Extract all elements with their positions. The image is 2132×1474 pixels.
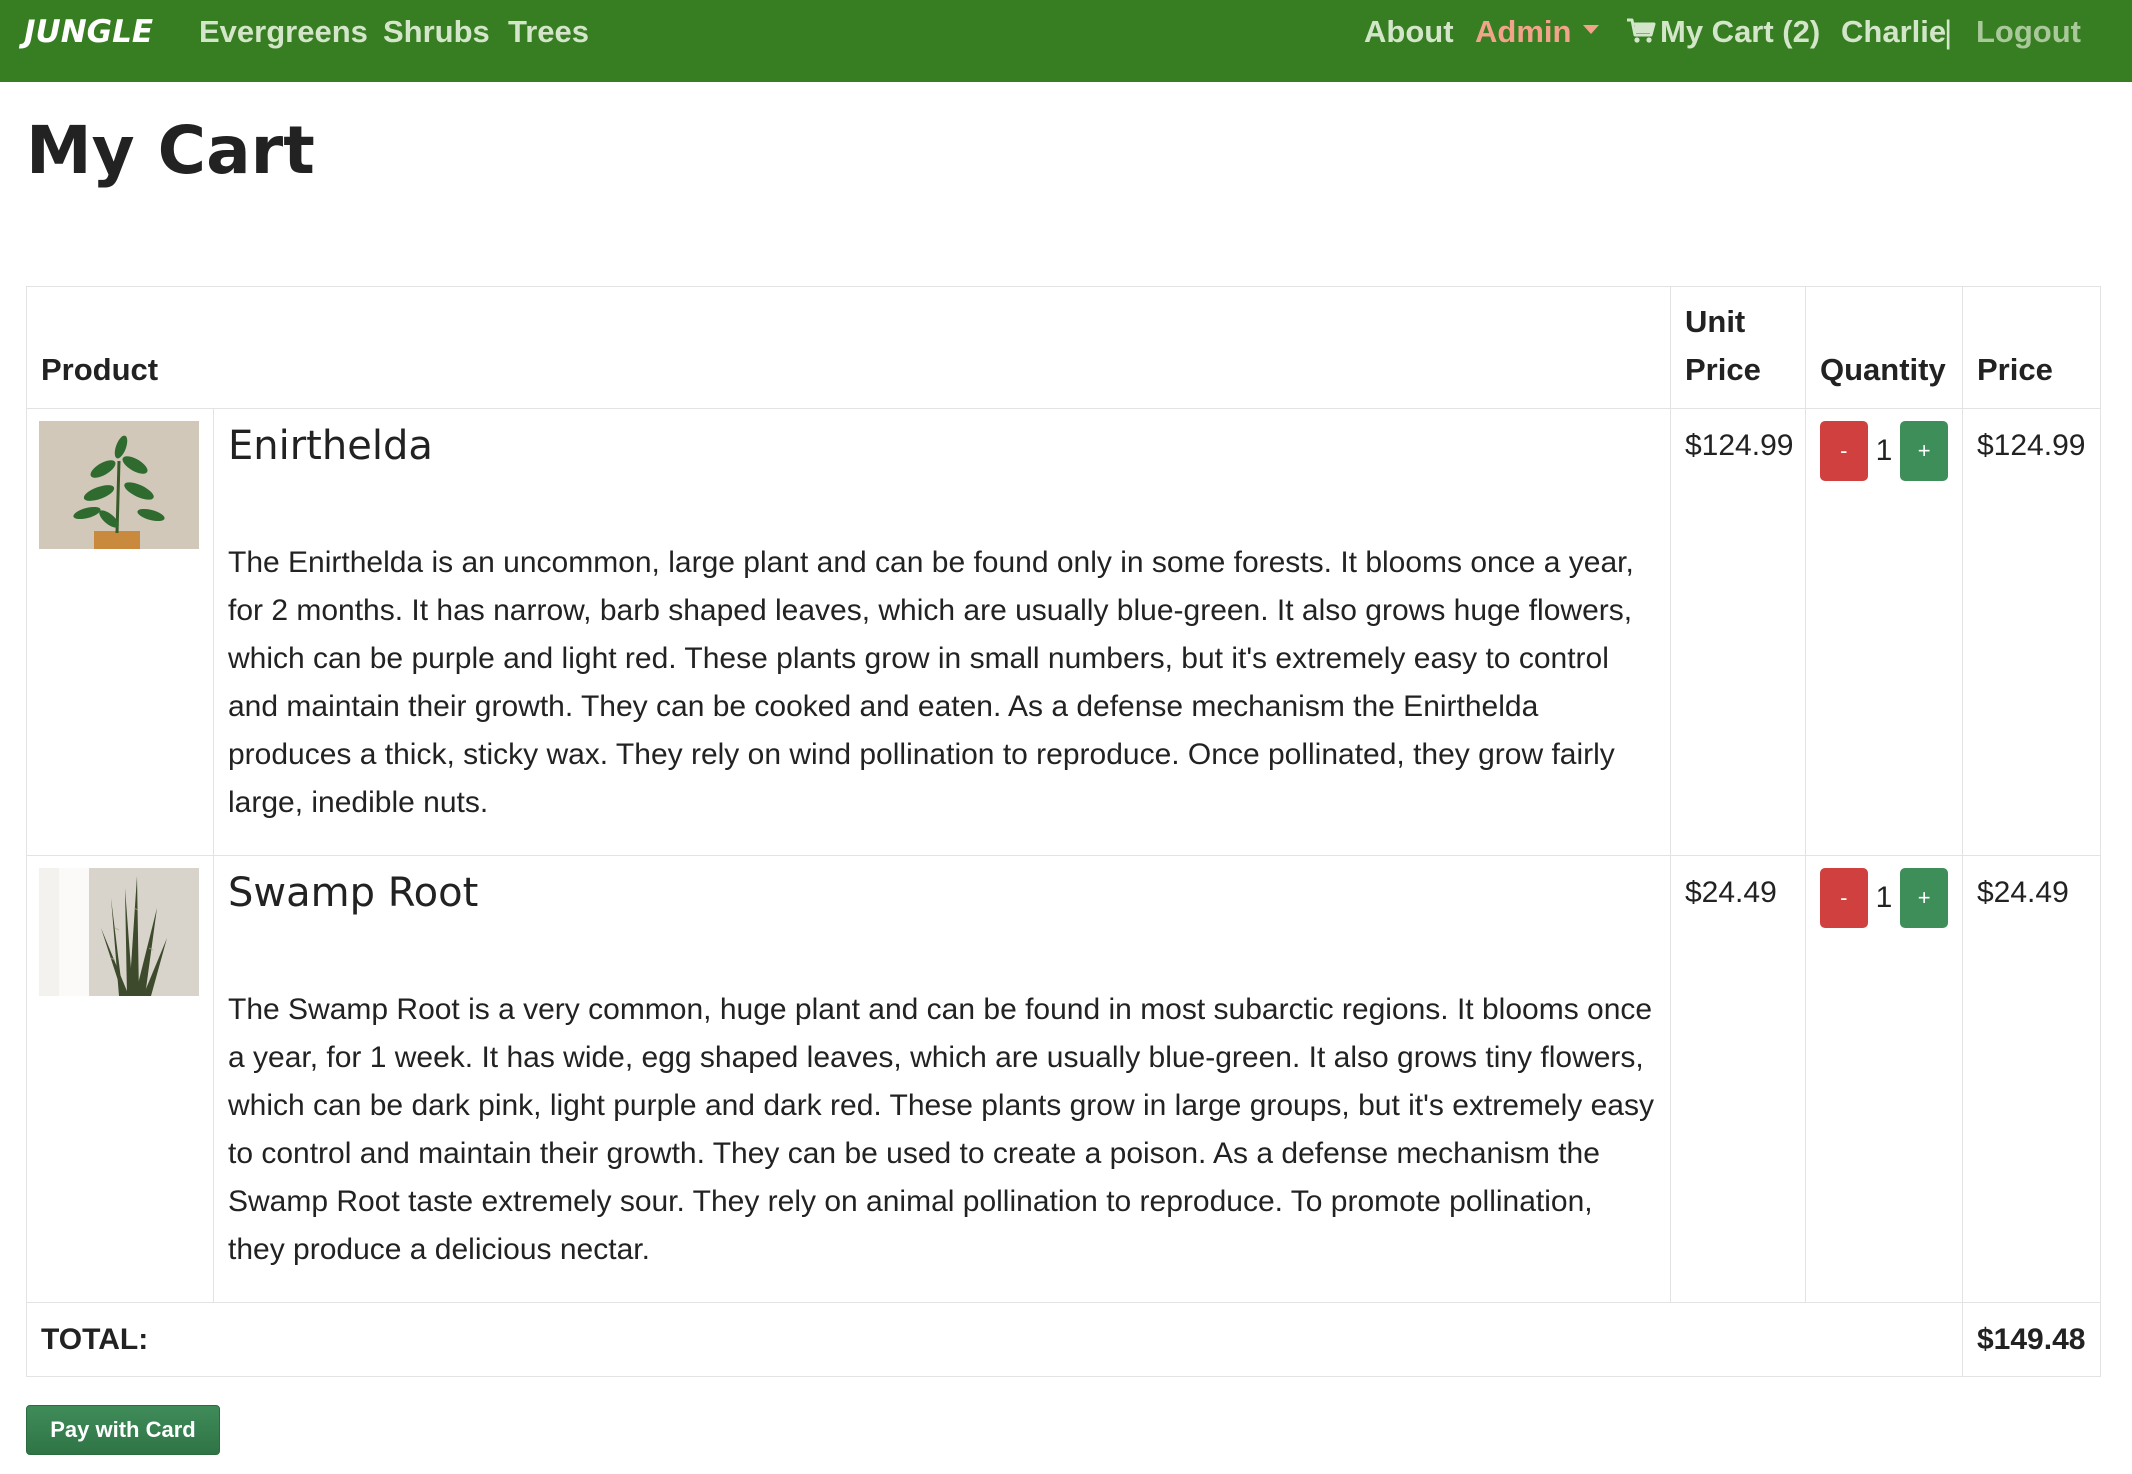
cart-table: Product Unit Price Quantity Price Enirth…: [26, 286, 2101, 1377]
table-header-row: Product Unit Price Quantity Price: [26, 286, 2101, 409]
increase-quantity-button[interactable]: +: [1900, 421, 1948, 481]
unit-price: $124.99: [1670, 408, 1806, 856]
table-row: Swamp Root The Swamp Root is a very comm…: [26, 855, 2101, 1303]
nav-user-name: Charlie: [1841, 14, 1947, 49]
decrease-quantity-button[interactable]: -: [1820, 868, 1868, 928]
pay-with-card-button[interactable]: Pay with Card: [26, 1405, 220, 1455]
plant-thumbnail-icon[interactable]: [39, 421, 199, 549]
column-header-unit-price: Unit Price: [1670, 286, 1806, 409]
line-price: $124.99: [1962, 408, 2101, 856]
product-description: The Enirthelda is an uncommon, large pla…: [228, 546, 1634, 819]
line-price: $24.49: [1962, 855, 2101, 1303]
nav-link-my-cart[interactable]: My Cart (2): [1626, 14, 1820, 50]
column-header-quantity: Quantity: [1805, 286, 1963, 409]
quantity-cell: - 1 +: [1805, 855, 1963, 1303]
total-label: TOTAL:: [26, 1302, 1963, 1377]
total-row: TOTAL: $149.48: [26, 1302, 2101, 1377]
chevron-down-icon: [1583, 25, 1600, 35]
quantity-cell: - 1 +: [1805, 408, 1963, 856]
decrease-quantity-button[interactable]: -: [1820, 421, 1868, 481]
nav-link-trees[interactable]: Trees: [508, 14, 589, 50]
snake-plant-thumbnail-icon[interactable]: [39, 868, 199, 996]
total-value: $149.48: [1962, 1302, 2101, 1377]
nav-link-shrubs[interactable]: Shrubs: [383, 14, 490, 50]
admin-dropdown-label: Admin: [1475, 14, 1572, 49]
quantity-stepper: - 1 +: [1820, 868, 1948, 928]
table-row: Enirthelda The Enirthelda is an uncommon…: [26, 408, 2101, 856]
nav-separator: |: [1944, 14, 1953, 50]
column-header-price: Price: [1962, 286, 2101, 409]
product-description: The Swamp Root is a very common, huge pl…: [228, 993, 1654, 1266]
product-name[interactable]: Swamp Root: [228, 870, 1656, 916]
product-image-cell: [26, 855, 214, 1303]
shopping-cart-icon: [1627, 18, 1656, 43]
nav-link-my-cart-label: My Cart (2): [1660, 14, 1821, 49]
page-title: My Cart: [26, 112, 315, 189]
quantity-value: 1: [1875, 881, 1893, 914]
top-navbar: JUNGLE Evergreens Shrubs Trees About Adm…: [0, 0, 2132, 82]
product-details-cell: Enirthelda The Enirthelda is an uncommon…: [213, 408, 1671, 856]
nav-link-logout[interactable]: Logout: [1976, 14, 2081, 50]
product-details-cell: Swamp Root The Swamp Root is a very comm…: [213, 855, 1671, 1303]
admin-dropdown[interactable]: Admin: [1475, 14, 1600, 50]
nav-link-about[interactable]: About: [1364, 14, 1454, 50]
nav-link-evergreens[interactable]: Evergreens: [199, 14, 368, 50]
brand-logo[interactable]: JUNGLE: [24, 14, 153, 50]
quantity-stepper: - 1 +: [1820, 421, 1948, 481]
column-header-product: Product: [26, 286, 1671, 409]
quantity-value: 1: [1875, 434, 1893, 467]
unit-price: $24.49: [1670, 855, 1806, 1303]
product-image-cell: [26, 408, 214, 856]
product-name[interactable]: Enirthelda: [228, 423, 1656, 469]
increase-quantity-button[interactable]: +: [1900, 868, 1948, 928]
